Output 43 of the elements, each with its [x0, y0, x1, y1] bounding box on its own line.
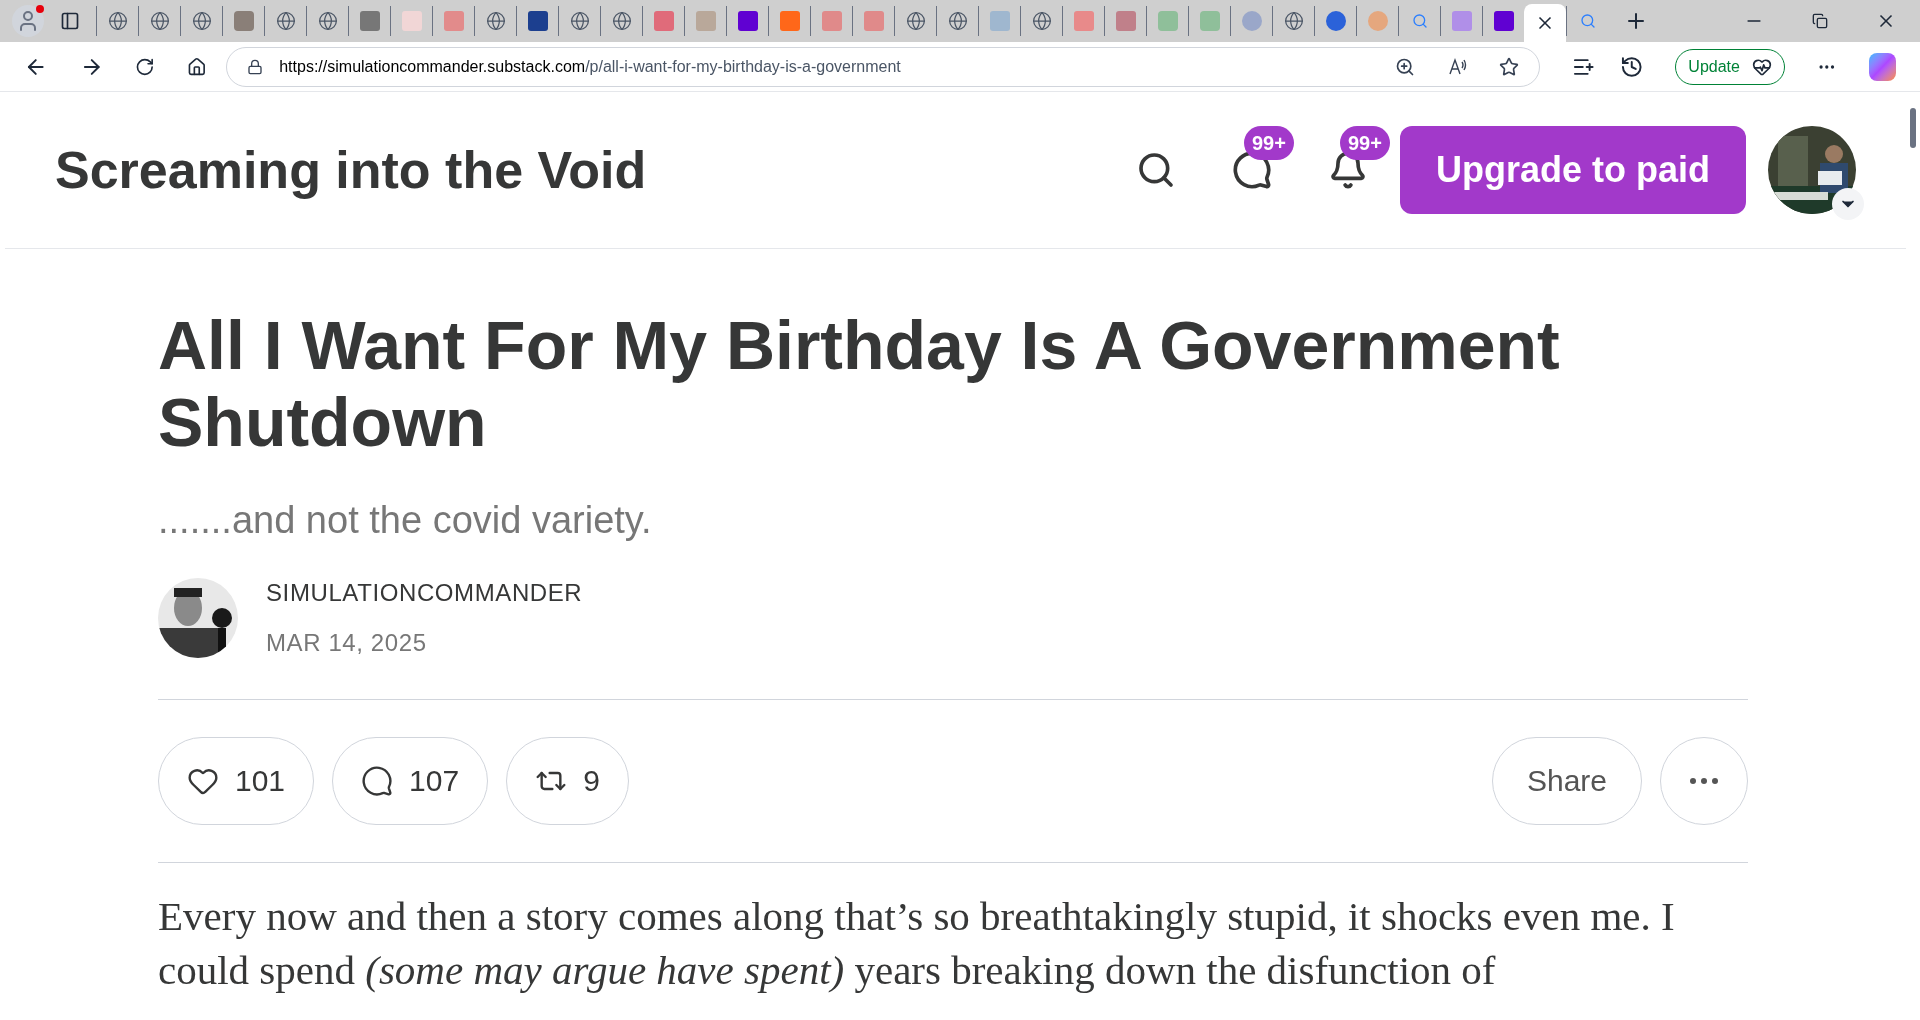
- post-subtitle: .......and not the covid variety.: [158, 498, 653, 543]
- globe-icon: [1031, 11, 1052, 31]
- restore-icon[interactable]: [1812, 13, 1828, 29]
- search-icon: [1411, 13, 1428, 29]
- comment-icon: [361, 764, 394, 797]
- globe-icon: [485, 11, 506, 31]
- globe-icon: [611, 11, 632, 31]
- globe-icon: [1283, 11, 1304, 31]
- author-name[interactable]: SIMULATIONCOMMANDER: [266, 574, 583, 611]
- globe-icon: [149, 11, 170, 31]
- search-icon: [1579, 13, 1596, 29]
- chat-icon[interactable]: [1232, 150, 1272, 190]
- count-badge: 99+: [1340, 126, 1390, 160]
- globe-icon: [317, 11, 338, 31]
- favorite-icon[interactable]: [1499, 56, 1520, 77]
- bell-icon[interactable]: [1328, 150, 1368, 190]
- browser-tab[interactable]: [1524, 4, 1566, 42]
- body-paragraph: Every now and then a story comes along that’s so breathtakingly stupid, it shocks even me. I could spend (some may argue have spent) years breaking down the disfunction of: [158, 891, 1676, 995]
- refresh-icon[interactable]: [135, 56, 155, 77]
- history-icon[interactable]: [1619, 54, 1644, 79]
- count-badge: 99+: [1244, 126, 1294, 160]
- copilot-icon[interactable]: [1868, 52, 1896, 81]
- upgrade-button[interactable]: Upgrade to paid: [1400, 126, 1746, 214]
- globe-icon: [107, 11, 128, 31]
- globe-icon: [191, 11, 212, 31]
- zoom-icon[interactable]: [1395, 56, 1416, 77]
- lock-icon: [247, 58, 264, 75]
- globe-icon: [905, 11, 926, 31]
- more-icon: [1690, 777, 1718, 784]
- post-title: All I Want For My Birthday Is A Government Shutdown: [158, 307, 1561, 461]
- globe-icon: [275, 11, 296, 31]
- heart-pulse-icon: [1751, 56, 1772, 77]
- site-title[interactable]: Screaming into the Void: [55, 131, 647, 209]
- caret-icon[interactable]: [1832, 188, 1864, 220]
- profile-icon[interactable]: [12, 5, 44, 37]
- url-text: https://simulationcommander.substack.com/p/all-i-want-for-my-birthday-is-a-government: [279, 56, 901, 77]
- globe-icon: [947, 11, 968, 31]
- read-aloud-icon[interactable]: [1447, 56, 1468, 77]
- home-icon[interactable]: [186, 56, 207, 77]
- post-date: MAR 14, 2025: [266, 627, 428, 658]
- globe-icon: [569, 11, 590, 31]
- tab-actions-icon[interactable]: [60, 11, 80, 31]
- search-icon[interactable]: [1136, 150, 1176, 190]
